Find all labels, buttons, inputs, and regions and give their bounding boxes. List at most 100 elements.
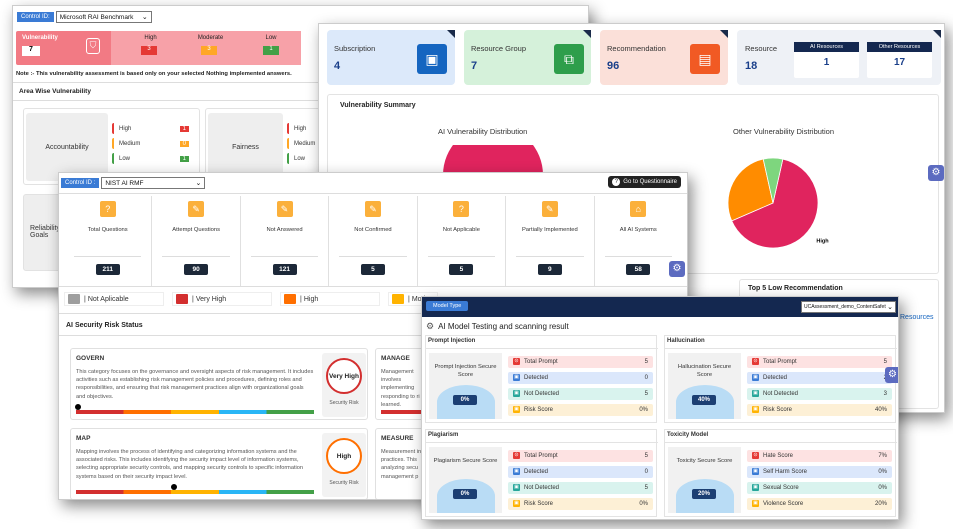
stat-icon: ? (453, 201, 470, 217)
manage-title: MANAGE (381, 355, 410, 362)
govern-badge-box: Very High Security Risk (322, 353, 366, 417)
high-count: 3 (141, 46, 157, 55)
model-header: Model Type UCAssessment_demo_ContentSafe… (422, 297, 898, 317)
level-row: High 1 (112, 123, 194, 134)
section-title: Prompt Injection (428, 338, 476, 344)
stat-value: 5 (449, 264, 474, 275)
risk-marker (171, 484, 177, 490)
chevron-down-icon: ⌄ (141, 14, 148, 21)
ai-resources-box[interactable]: AI Resources 1 (794, 42, 859, 78)
metric-icon: ▣ (752, 484, 759, 492)
metric-icon: ▣ (752, 390, 759, 398)
risk-marker (75, 404, 81, 410)
metric-row: ▣ Risk Score 40% (747, 404, 892, 416)
ai-resources-count: 1 (823, 57, 830, 68)
recommendation-icon: ▤ (690, 44, 720, 74)
ai-assistant-icon[interactable]: ⚙ (669, 261, 685, 277)
legend-item: | Not Aplicable (64, 292, 164, 306)
security-risk-label: Security Risk (329, 400, 359, 406)
shield-icon: ⛉ (86, 38, 100, 54)
metric-row: ▣ Detected 0 (508, 466, 653, 478)
metric-row: ⊙ Total Prompt 5 (747, 356, 892, 368)
metric-row: ▣ Risk Score 0% (508, 404, 653, 416)
control-id-label: Control ID : (61, 178, 100, 188)
stat-card: ✎ Partially Implemented 9 (506, 196, 595, 286)
resource-group-label: Resource Group (471, 44, 527, 53)
stats-row: ? Total Questions 211 ✎ Attempt Questions 90 ✎… (64, 196, 682, 286)
other-resources-box[interactable]: Other Resources 17 (867, 42, 932, 78)
govern-description: This category focuses on the governance … (76, 369, 314, 400)
metric-icon: ▣ (752, 374, 759, 382)
resource-group-card[interactable]: Resource Group 7 ⧉ (464, 30, 591, 85)
metric-row: ⊙ Total Prompt 5 (508, 450, 653, 462)
other-pie-chart: HighMediumLow (727, 157, 829, 249)
ai-assistant-icon[interactable]: ⚙ (885, 367, 898, 383)
testing-title-text: AI Model Testing and scanning result (438, 322, 569, 331)
score-label: Toxicity Secure Score (676, 458, 733, 464)
other-resources-count: 17 (893, 57, 906, 68)
score-label: Prompt Injection Secure Score (434, 364, 497, 378)
legend-item: | High (280, 292, 380, 306)
control-id-select[interactable]: NIST AI RMF ⌄ (101, 177, 206, 189)
other-resources-label: Other Resources (867, 42, 932, 52)
map-title: MAP (76, 435, 91, 442)
stat-label: Total Questions (87, 227, 128, 233)
metric-icon: ▣ (513, 484, 520, 492)
stat-label: Not Confirmed (354, 227, 392, 233)
stat-icon: ✎ (364, 201, 381, 217)
risk-status-title: AI Security Risk Status (66, 322, 143, 329)
metric-row: ▣ Sexual Score 0% (747, 482, 892, 494)
low-label: Low (265, 35, 277, 41)
metric-row: ⊙ Hate Score 7% (747, 450, 892, 462)
resource-label: Resource (745, 44, 778, 53)
ai-assistant-icon[interactable]: ⚙ (928, 165, 944, 181)
testing-title: ⚙ AI Model Testing and scanning result (426, 321, 569, 332)
measure-title: MEASURE (381, 435, 414, 442)
map-risk-badge: High (326, 438, 362, 474)
section-title: Hallucination (667, 338, 705, 344)
control-id-label: Control ID: (17, 12, 54, 22)
stat-card: ? Not Applicable 5 (418, 196, 507, 286)
control-id-select[interactable]: Microsoft RAI Benchmark ⌄ (55, 11, 152, 23)
assessment-note: Note :- This vulnerability assessment is… (16, 71, 292, 77)
vulnerability-count: 7 (22, 46, 40, 56)
area-name: Accountability (26, 113, 108, 181)
resources-link[interactable]: Resources (900, 314, 933, 321)
subscription-icon: ▣ (417, 44, 447, 74)
score-label: Hallucination Secure Score (677, 364, 732, 378)
model-select[interactable]: UCAssessment_demo_ContentSafety_1 ⌄ (801, 301, 896, 313)
stat-label: Attempt Questions (172, 227, 220, 233)
metric-row: ▣ Not Detected 3 (747, 388, 892, 400)
chevron-down-icon: ⌄ (195, 180, 202, 187)
level-row: Low 1 (112, 153, 194, 164)
low-count: 1 (263, 46, 279, 55)
other-distribution-title: Other Vulnerability Distribution (733, 127, 835, 136)
risk-scale-bar (76, 490, 314, 494)
ai-distribution-title: AI Vulnerability Distribution (438, 127, 528, 136)
subscription-card[interactable]: Subscription 4 ▣ (327, 30, 455, 85)
metric-row: ▣ Detected 0 (508, 372, 653, 384)
stat-card: ✎ Attempt Questions 90 (152, 196, 241, 286)
goto-questionnaire-button[interactable]: ? Go to Questionnaire (608, 176, 681, 188)
stat-value: 211 (95, 264, 120, 275)
resource-group-icon: ⧉ (554, 44, 584, 74)
govern-risk-badge: Very High (326, 358, 362, 394)
ai-pie-chart (443, 145, 543, 175)
metric-row: ▣ Not Detected 5 (508, 482, 653, 494)
subscription-count: 4 (334, 60, 341, 72)
metric-row: ▣Detected2 (747, 372, 892, 384)
legend-item: | Very High (172, 292, 272, 306)
metric-row: ▣ Self Harm Score 0% (747, 466, 892, 478)
metric-icon: ⊙ (752, 358, 759, 366)
metric-icon: ⊙ (513, 358, 520, 366)
recommendation-card[interactable]: Recommendation 96 ▤ (600, 30, 728, 85)
map-description: Mapping involves the process of identify… (76, 449, 303, 480)
stat-card: ✎ Not Answered 121 (241, 196, 330, 286)
summary-title: Vulnerability Summary (340, 102, 416, 109)
moderate-count: 3 (201, 46, 217, 55)
resource-card: Resource 18 AI Resources 1 Other Resourc… (737, 30, 941, 85)
stat-value: 90 (184, 264, 209, 275)
model-type-label: Model Type (426, 301, 469, 311)
recommendation-label: Recommendation (607, 44, 666, 53)
legend: |Not Aplicable |Very High |High |Moder (64, 292, 438, 306)
